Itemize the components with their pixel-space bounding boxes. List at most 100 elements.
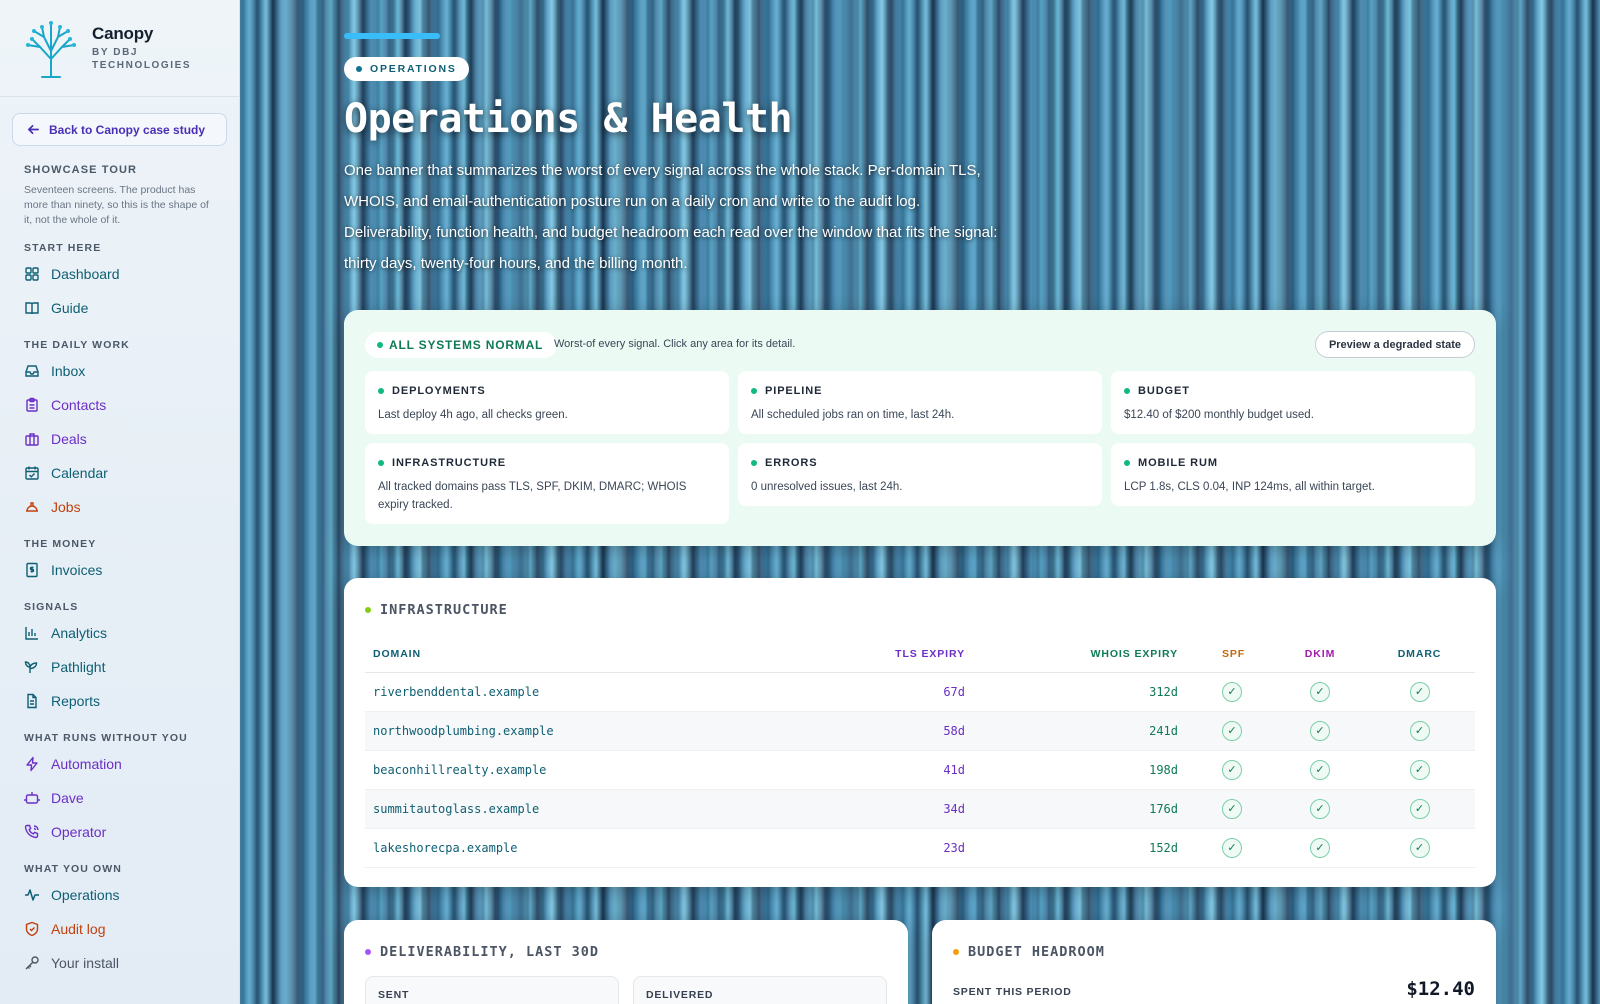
tile-title: MOBILE RUM: [1138, 457, 1218, 469]
page-title: Operations & Health: [344, 96, 793, 142]
check-icon: ✓: [1310, 720, 1330, 741]
nav-item-invoices[interactable]: Invoices: [0, 553, 239, 587]
table-row[interactable]: lakeshorecpa.example 23d 152d ✓ ✓ ✓: [365, 828, 1475, 868]
tree-logo-icon: [26, 21, 76, 78]
section-pill: OPERATIONS: [344, 57, 469, 81]
status-tile-mobile-rum[interactable]: MOBILE RUM LCP 1.8s, CLS 0.04, INP 124ms…: [1111, 443, 1475, 506]
key-icon: [24, 955, 41, 972]
cell-dmarc: ✓: [1364, 828, 1475, 868]
nav-item-automation[interactable]: Automation: [0, 747, 239, 781]
check-icon: ✓: [1310, 837, 1330, 858]
nav-item-your-install[interactable]: Your install: [0, 946, 239, 980]
cell-tls-expiry: 41d: [861, 750, 973, 790]
nav-item-deals[interactable]: Deals: [0, 422, 239, 456]
nav-section-own: WHAT YOU OWN: [24, 863, 122, 875]
col-whois-expiry[interactable]: WHOIS EXPIRY: [973, 636, 1186, 673]
nav-section-start: START HERE: [24, 242, 102, 254]
cell-dmarc: ✓: [1364, 789, 1475, 829]
nav-item-dave[interactable]: Dave: [0, 781, 239, 815]
arrow-left-icon: [27, 124, 39, 135]
tile-text: All scheduled jobs ran on time, last 24h…: [751, 409, 955, 421]
cell-tls-expiry: 23d: [861, 828, 973, 868]
grid-icon: [24, 266, 41, 283]
nav-item-contacts[interactable]: Contacts: [0, 388, 239, 422]
tile-text: 0 unresolved issues, last 24h.: [751, 481, 903, 493]
check-icon: ✓: [1222, 759, 1242, 780]
table-row[interactable]: riverbenddental.example 67d 312d ✓ ✓ ✓: [365, 672, 1475, 712]
check-icon: ✓: [1409, 798, 1430, 819]
check-icon: ✓: [1222, 798, 1242, 819]
cell-spf: ✓: [1186, 750, 1276, 790]
nav-item-reports[interactable]: Reports: [0, 684, 239, 718]
status-dot: [1124, 388, 1130, 394]
col-dkim[interactable]: DKIM: [1276, 636, 1364, 673]
table-header-row: DOMAIN TLS EXPIRY WHOIS EXPIRY SPF DKIM …: [365, 636, 1475, 673]
cell-tls-expiry: 67d: [861, 672, 973, 712]
calendar-check-icon: [24, 465, 41, 482]
nav-item-operator[interactable]: Operator: [0, 815, 239, 849]
nav-label: Inbox: [51, 363, 86, 379]
nav-item-dashboard[interactable]: Dashboard: [0, 257, 239, 291]
table-row[interactable]: summitautoglass.example 34d 176d ✓ ✓ ✓: [365, 789, 1475, 829]
accent-bar: [344, 33, 440, 39]
brand-name: Canopy: [92, 24, 154, 43]
nav-item-analytics[interactable]: Analytics: [0, 616, 239, 650]
page-description: One banner that summarizes the worst of …: [344, 162, 998, 272]
card-title: INFRASTRUCTURE: [365, 602, 508, 618]
sidebar: Canopy BY DBJ TECHNOLOGIES Back to Canop…: [0, 0, 240, 1004]
tile-title: DEPLOYMENTS: [392, 385, 486, 397]
brand[interactable]: Canopy BY DBJ TECHNOLOGIES: [0, 0, 239, 97]
card-title: BUDGET HEADROOM: [953, 944, 1105, 960]
cell-spf: ✓: [1186, 828, 1276, 868]
col-spf[interactable]: SPF: [1186, 636, 1276, 673]
cell-whois-expiry: 241d: [973, 711, 1186, 751]
phone-icon: [24, 824, 41, 841]
nav-label: Your install: [51, 955, 119, 971]
cell-dkim: ✓: [1276, 750, 1364, 790]
col-domain[interactable]: DOMAIN: [365, 636, 861, 673]
section-dot: [365, 949, 371, 955]
nav-label: Reports: [51, 693, 101, 709]
cell-whois-expiry: 176d: [973, 789, 1186, 829]
nav-item-jobs[interactable]: Jobs: [0, 490, 239, 524]
table-row[interactable]: beaconhillrealty.example 41d 198d ✓ ✓ ✓: [365, 750, 1475, 790]
nav-label: Dave: [51, 790, 84, 806]
cell-dkim: ✓: [1276, 672, 1364, 712]
status-tile-errors[interactable]: ERRORS 0 unresolved issues, last 24h.: [738, 443, 1102, 506]
cell-dmarc: ✓: [1364, 672, 1475, 712]
pulse-icon: [24, 887, 41, 904]
nav-item-pathlight[interactable]: Pathlight: [0, 650, 239, 684]
nav-item-guide[interactable]: Guide: [0, 291, 239, 325]
tile-title: ERRORS: [765, 457, 818, 469]
status-tile-deployments[interactable]: DEPLOYMENTS Last deploy 4h ago, all chec…: [365, 371, 729, 434]
col-tls-expiry[interactable]: TLS EXPIRY: [861, 636, 973, 673]
nav-item-inbox[interactable]: Inbox: [0, 354, 239, 388]
nav-item-calendar[interactable]: Calendar: [0, 456, 239, 490]
cell-spf: ✓: [1186, 711, 1276, 751]
nav-section-daily: THE DAILY WORK: [24, 339, 130, 351]
nav-item-audit-log[interactable]: Audit log: [0, 912, 239, 946]
delivered-label: DELIVERED: [646, 989, 714, 1001]
check-icon: ✓: [1222, 681, 1242, 702]
cell-whois-expiry: 198d: [973, 750, 1186, 790]
cell-tls-expiry: 34d: [861, 789, 973, 829]
cell-dmarc: ✓: [1364, 750, 1475, 790]
status-tile-budget[interactable]: BUDGET $12.40 of $200 monthly budget use…: [1111, 371, 1475, 434]
cell-domain: summitautoglass.example: [365, 789, 861, 829]
nav-label: Deals: [51, 431, 87, 447]
status-dot: [378, 388, 384, 394]
nav-label: Jobs: [51, 499, 81, 515]
check-icon: ✓: [1409, 720, 1430, 741]
preview-degraded-button[interactable]: Preview a degraded state: [1314, 331, 1475, 358]
status-tile-infrastructure[interactable]: INFRASTRUCTURE All tracked domains pass …: [365, 443, 729, 524]
status-tile-pipeline[interactable]: PIPELINE All scheduled jobs ran on time,…: [738, 371, 1102, 434]
table-row[interactable]: northwoodplumbing.example 58d 241d ✓ ✓ ✓: [365, 711, 1475, 751]
check-icon: ✓: [1409, 759, 1430, 780]
shield-icon: [24, 921, 41, 938]
delivered-tile: DELIVERED: [633, 976, 887, 1004]
back-to-case-study-link[interactable]: Back to Canopy case study: [12, 113, 227, 146]
nav-section-signals: SIGNALS: [24, 601, 79, 613]
nav-item-operations[interactable]: Operations: [0, 878, 239, 912]
col-dmarc[interactable]: DMARC: [1364, 636, 1475, 673]
cell-tls-expiry: 58d: [861, 711, 973, 751]
